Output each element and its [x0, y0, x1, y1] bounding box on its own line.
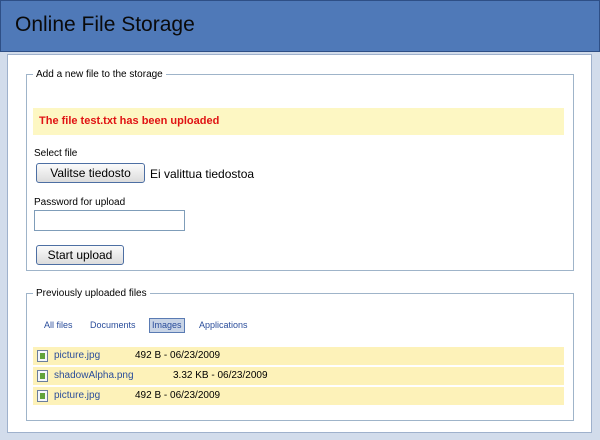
- file-meta: 492 B - 06/23/2009: [135, 350, 221, 361]
- filter-documents[interactable]: Documents: [90, 319, 136, 332]
- main-panel: Add a new file to the storage The file t…: [7, 54, 592, 433]
- file-meta: 3.32 KB - 06/23/2009: [173, 370, 268, 381]
- file-link[interactable]: picture.jpg: [54, 347, 100, 365]
- page: Online File Storage Add a new file to th…: [0, 0, 600, 440]
- filter-applications[interactable]: Applications: [199, 319, 248, 332]
- upload-section: Add a new file to the storage The file t…: [26, 69, 574, 271]
- files-legend: Previously uploaded files: [36, 288, 147, 299]
- password-input[interactable]: [34, 210, 185, 231]
- image-file-icon: [37, 370, 48, 382]
- password-label: Password for upload: [34, 197, 126, 208]
- filter-images[interactable]: Images: [149, 318, 185, 333]
- file-meta: 492 B - 06/23/2009: [135, 390, 221, 401]
- page-title: Online File Storage: [15, 13, 195, 36]
- app-header: Online File Storage: [0, 0, 600, 52]
- upload-success-notice: The file test.txt has been uploaded: [33, 108, 564, 135]
- upload-legend: Add a new file to the storage: [36, 69, 163, 80]
- select-file-label: Select file: [34, 148, 78, 159]
- filter-all-files[interactable]: All files: [44, 319, 73, 332]
- choose-file-button[interactable]: Valitse tiedosto: [36, 163, 145, 183]
- file-row: picture.jpg 492 B - 06/23/2009: [33, 347, 564, 365]
- uploaded-files-section: Previously uploaded files All files Docu…: [26, 288, 574, 421]
- file-row: picture.jpg 492 B - 06/23/2009: [33, 387, 564, 405]
- start-upload-button[interactable]: Start upload: [36, 245, 124, 265]
- image-file-icon: [37, 350, 48, 362]
- no-file-chosen-text: Ei valittua tiedostoa: [150, 167, 255, 181]
- file-row: shadowAlpha.png 3.32 KB - 06/23/2009: [33, 367, 564, 385]
- file-link[interactable]: picture.jpg: [54, 387, 100, 405]
- image-file-icon: [37, 390, 48, 402]
- file-link[interactable]: shadowAlpha.png: [54, 367, 134, 385]
